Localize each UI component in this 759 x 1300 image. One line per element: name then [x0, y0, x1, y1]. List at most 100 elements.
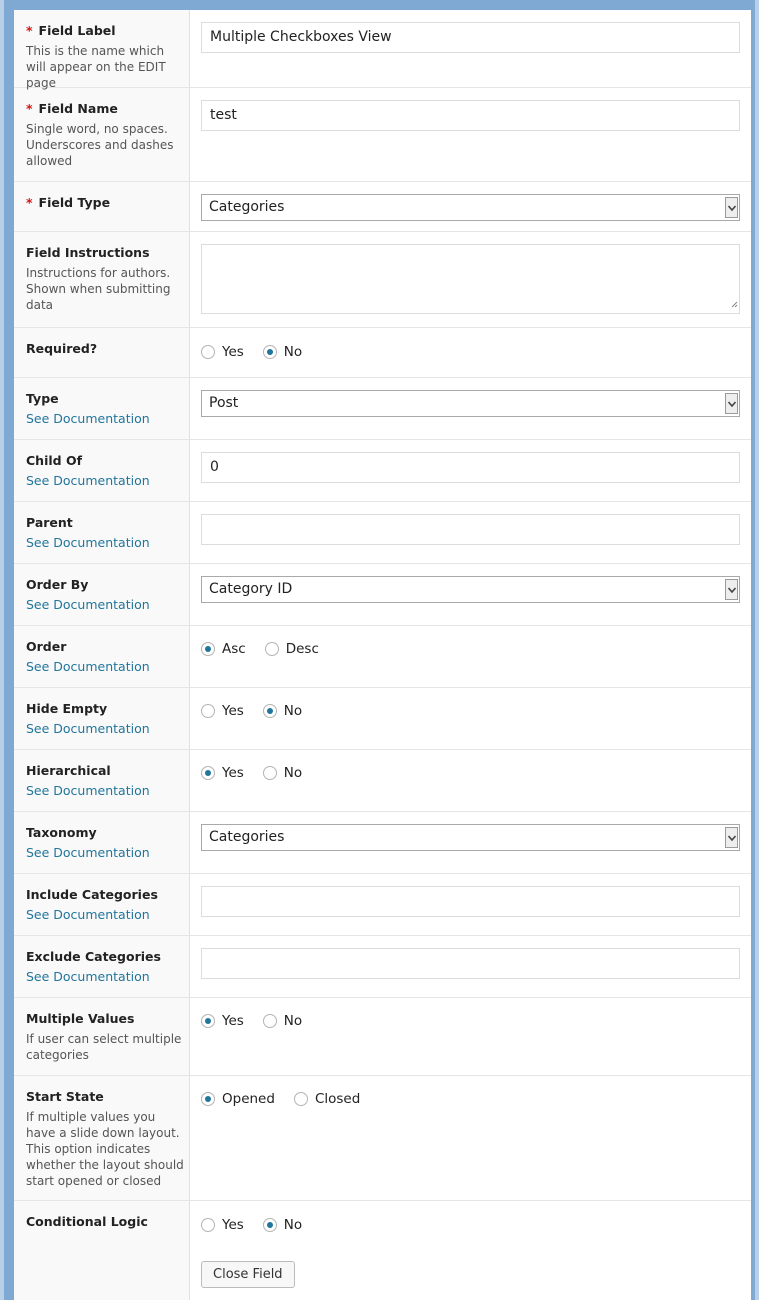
field-name-input[interactable]: test — [201, 100, 740, 131]
radio-option-opened[interactable]: Opened — [201, 1091, 275, 1107]
field-title: * Field Type — [26, 194, 186, 211]
chevron-down-icon[interactable] — [725, 827, 738, 848]
field-title-text: Exclude Categories — [26, 949, 161, 964]
field-control-cell — [201, 948, 740, 979]
field-control-cell: Post — [201, 390, 740, 417]
radio-button[interactable] — [262, 345, 277, 359]
field-control-cell — [201, 886, 740, 917]
radio-button[interactable] — [201, 1092, 215, 1106]
field-title: Parent — [26, 514, 186, 531]
radio-option-desc[interactable]: Desc — [264, 641, 319, 657]
see-documentation-link[interactable]: See Documentation — [26, 659, 150, 675]
resize-grip-icon[interactable] — [731, 293, 738, 312]
radio-button[interactable] — [262, 766, 277, 780]
field-label-cell: Hide Empty See Documentation — [26, 700, 186, 737]
field-title: * Field Label — [26, 22, 186, 39]
see-documentation-link[interactable]: See Documentation — [26, 845, 150, 861]
see-documentation-link[interactable]: See Documentation — [26, 721, 150, 737]
field-title-text: Field Type — [38, 195, 111, 210]
field-control-cell: test — [201, 100, 740, 131]
see-documentation-link[interactable]: See Documentation — [26, 907, 150, 923]
radio-button[interactable] — [201, 345, 215, 359]
radio-option-yes[interactable]: Yes — [201, 765, 244, 781]
field-row-order: Order See Documentation Asc Desc — [14, 626, 751, 688]
field-title: Start State — [26, 1088, 186, 1105]
include-categories-input[interactable] — [201, 886, 740, 917]
radio-button[interactable] — [262, 1014, 277, 1028]
field-label-cell: Multiple Values If user can select multip… — [26, 1010, 186, 1063]
radio-option-no[interactable]: No — [262, 703, 303, 719]
field-type-select[interactable]: Categories — [201, 194, 740, 221]
radio-option-no[interactable]: No — [262, 1013, 302, 1029]
field-control-cell — [201, 514, 740, 545]
radio-label: Desc — [285, 641, 319, 657]
radio-button[interactable] — [264, 642, 279, 656]
parent-input[interactable] — [201, 514, 740, 545]
radio-label: No — [283, 344, 303, 360]
chevron-down-icon[interactable] — [725, 393, 738, 414]
see-documentation-link[interactable]: See Documentation — [26, 783, 150, 799]
radio-option-yes[interactable]: Yes — [201, 344, 244, 360]
field-control-cell: Category ID — [201, 576, 740, 603]
chevron-down-icon[interactable] — [725, 197, 738, 218]
type-select[interactable]: Post — [201, 390, 740, 417]
field-label-input[interactable]: Multiple Checkboxes View — [201, 22, 740, 53]
field-title-text: Conditional Logic — [26, 1214, 148, 1229]
radio-button[interactable] — [293, 1092, 308, 1106]
see-documentation-link[interactable]: See Documentation — [26, 535, 150, 551]
field-row-exclude-categories: Exclude Categories See Documentation — [14, 936, 751, 998]
field-description: If multiple values you have a slide down… — [26, 1110, 184, 1188]
field-title: Child Of — [26, 452, 186, 469]
radio-option-no[interactable]: No — [262, 1217, 302, 1233]
field-control-cell: Categories — [201, 824, 740, 851]
exclude-categories-input[interactable] — [201, 948, 740, 979]
child-of-input[interactable]: 0 — [201, 452, 740, 483]
field-title-text: Multiple Values — [26, 1011, 135, 1026]
radio-label: No — [283, 703, 303, 719]
order-by-select[interactable]: Category ID — [201, 576, 740, 603]
see-documentation-link[interactable]: See Documentation — [26, 473, 150, 489]
radio-button[interactable] — [262, 1218, 277, 1232]
field-control-cell: Asc Desc — [201, 638, 740, 659]
radio-option-asc[interactable]: Asc — [201, 641, 246, 657]
radio-option-yes[interactable]: Yes — [201, 1013, 244, 1029]
field-description: If user can select multiple categories — [26, 1032, 182, 1062]
radio-button[interactable] — [201, 704, 215, 718]
field-row-parent: Parent See Documentation — [14, 502, 751, 564]
see-documentation-link[interactable]: See Documentation — [26, 969, 150, 985]
radio-button[interactable] — [201, 1218, 215, 1232]
radio-label: No — [283, 765, 303, 781]
radio-option-no[interactable]: No — [262, 344, 303, 360]
field-title-text: Type — [26, 391, 59, 406]
field-title: Exclude Categories — [26, 948, 186, 965]
field-title-text: Child Of — [26, 453, 83, 468]
radio-button[interactable] — [262, 704, 277, 718]
field-row-include-categories: Include Categories See Documentation — [14, 874, 751, 936]
field-instructions-textarea[interactable] — [201, 244, 740, 314]
radio-option-no[interactable]: No — [262, 765, 303, 781]
field-title: Order By — [26, 576, 186, 593]
hide-empty-radio-group: Yes No — [201, 701, 740, 721]
field-row-field-type: * Field Type Categories — [14, 182, 751, 232]
field-control-cell: Yes No — [201, 1214, 740, 1235]
radio-option-closed[interactable]: Closed — [293, 1091, 360, 1107]
field-title-text: Hide Empty — [26, 701, 108, 716]
taxonomy-select[interactable]: Categories — [201, 824, 740, 851]
see-documentation-link[interactable]: See Documentation — [26, 597, 150, 613]
radio-option-yes[interactable]: Yes — [201, 703, 244, 719]
radio-button[interactable] — [201, 642, 215, 656]
field-control-cell — [201, 244, 740, 314]
close-field-button[interactable]: Close Field — [201, 1261, 295, 1288]
field-settings-panel: * Field Label This is the name which will … — [14, 10, 751, 1300]
see-documentation-link[interactable]: See Documentation — [26, 411, 150, 427]
radio-button[interactable] — [201, 1014, 215, 1028]
hierarchical-radio-group: Yes No — [201, 763, 740, 783]
radio-button[interactable] — [201, 766, 215, 780]
field-row-start-state: Start State If multiple values you have a… — [14, 1076, 751, 1201]
select-value: Categories — [209, 829, 285, 845]
chevron-down-icon[interactable] — [725, 579, 738, 600]
field-label-cell: * Field Label This is the name which will … — [26, 22, 186, 91]
radio-option-yes[interactable]: Yes — [201, 1217, 244, 1233]
field-title-text: Order By — [26, 577, 89, 592]
field-row-type: Type See Documentation Post — [14, 378, 751, 440]
